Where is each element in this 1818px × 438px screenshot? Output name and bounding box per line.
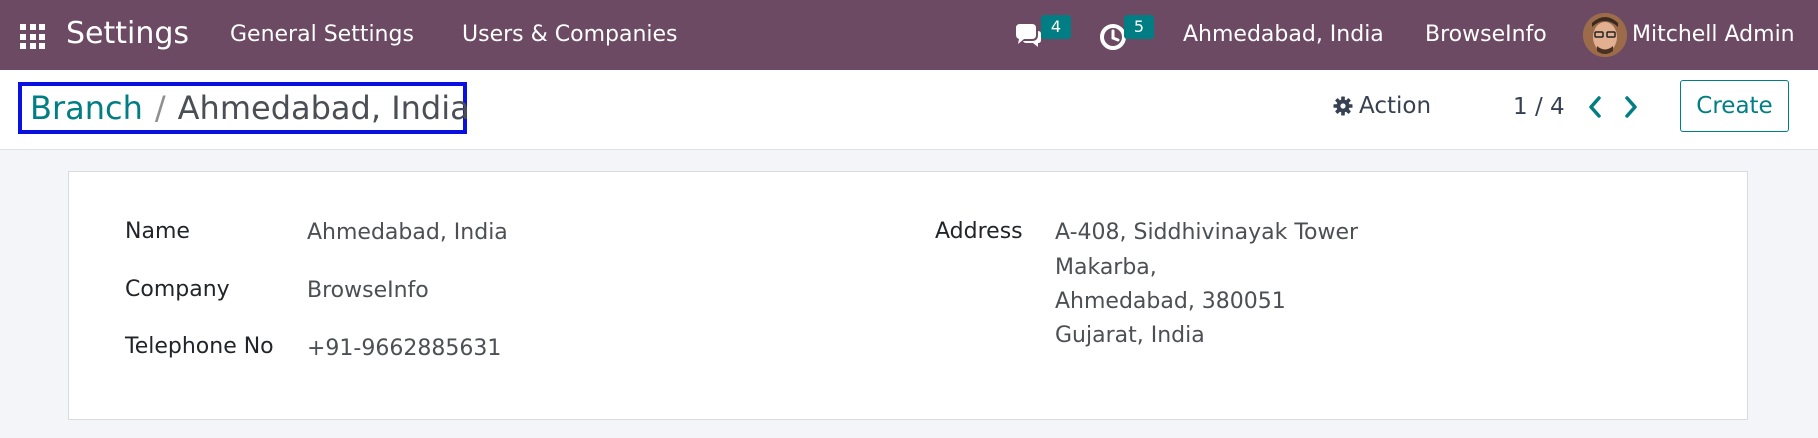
address-line: Gujarat, India [1055,323,1205,348]
branch-switcher[interactable]: Ahmedabad, India [1183,20,1384,50]
control-panel: Branch / Ahmedabad, India Action 1 / 4 C… [0,70,1818,150]
menu-general-settings[interactable]: General Settings [230,20,414,50]
chevron-right-icon [1625,96,1637,118]
apps-grid-icon[interactable] [20,24,45,49]
company-label: Company [125,277,230,302]
gear-icon [1333,96,1353,116]
address-line: Makarba, [1055,255,1157,280]
chat-icon [1016,24,1041,47]
messages-count-badge: 4 [1041,15,1071,39]
activities-count-badge: 5 [1124,15,1154,39]
action-button[interactable]: Action [1333,88,1431,124]
address-line: Ahmedabad, 380051 [1055,289,1286,314]
chevron-left-icon [1589,96,1601,118]
pager-value[interactable]: 1 / 4 [1513,92,1565,122]
action-label: Action [1359,93,1432,119]
address-label: Address [935,219,1023,244]
breadcrumb-separator: / [154,89,166,127]
pager-previous-button[interactable] [1583,92,1607,122]
name-label: Name [125,219,190,244]
name-field[interactable]: Ahmedabad, India [307,218,508,248]
app-title: Settings [66,16,190,51]
pager-next-button[interactable] [1619,92,1643,122]
breadcrumb: Branch / Ahmedabad, India [18,82,470,134]
create-button[interactable]: Create [1680,80,1789,132]
company-field[interactable]: BrowseInfo [307,276,429,306]
form-sheet: Name Ahmedabad, India Company BrowseInfo… [68,171,1748,420]
top-navbar: Settings General Settings Users & Compan… [0,0,1818,70]
menu-users-companies[interactable]: Users & Companies [462,20,678,50]
address-line: A-408, Siddhivinayak Tower [1055,220,1359,245]
breadcrumb-parent-link[interactable]: Branch [30,88,143,128]
user-avatar[interactable] [1583,13,1627,57]
company-switcher[interactable]: BrowseInfo [1425,20,1547,50]
user-menu[interactable]: Mitchell Admin [1632,20,1795,50]
telephone-label: Telephone No [125,334,274,359]
telephone-field[interactable]: +91-9662885631 [307,334,501,364]
breadcrumb-current: Ahmedabad, India [177,89,470,127]
